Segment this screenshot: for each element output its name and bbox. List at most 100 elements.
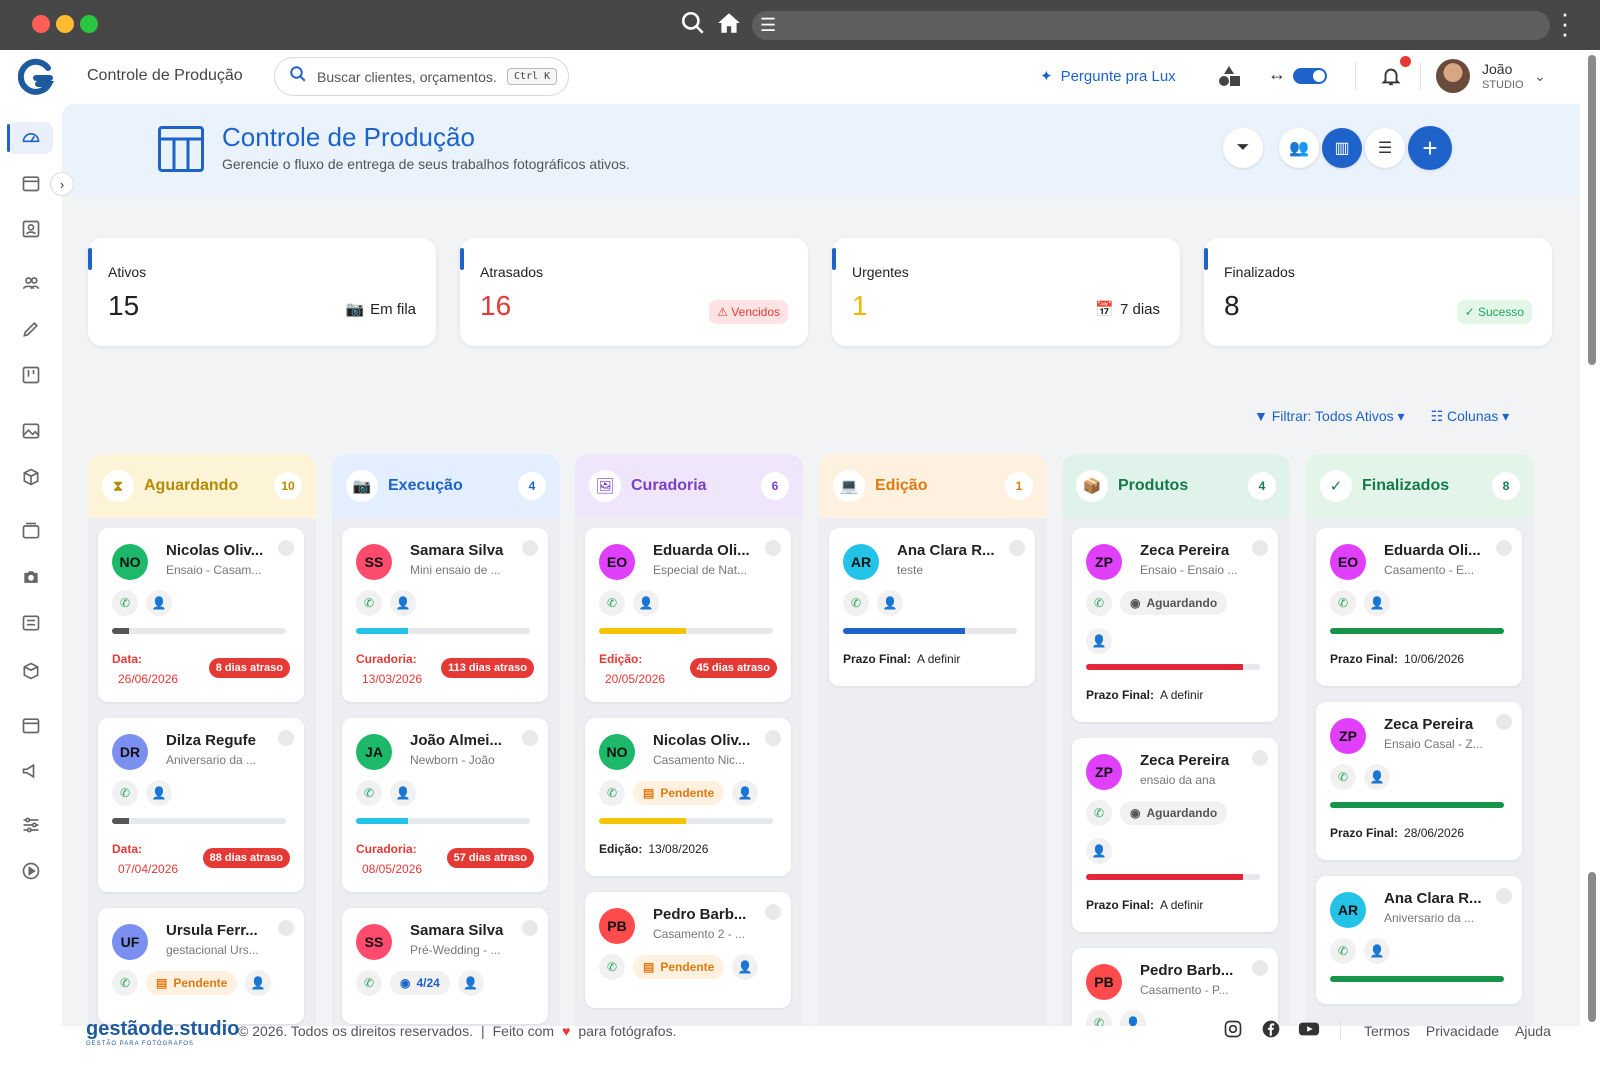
shapes-icon[interactable] bbox=[1218, 65, 1240, 87]
job-card[interactable]: NO Nicolas Oliv... Casamento Nic... ✆ ▤ Pe… bbox=[585, 718, 791, 876]
assign-user-icon[interactable]: 👤 bbox=[633, 590, 659, 616]
select-checkbox[interactable] bbox=[522, 730, 538, 746]
whatsapp-icon[interactable]: ✆ bbox=[356, 780, 382, 806]
whatsapp-icon[interactable]: ✆ bbox=[356, 970, 382, 996]
whatsapp-icon[interactable]: ✆ bbox=[599, 590, 625, 616]
assign-user-icon[interactable]: 👤 bbox=[1364, 764, 1390, 790]
whatsapp-icon[interactable]: ✆ bbox=[1086, 590, 1112, 616]
whatsapp-icon[interactable]: ✆ bbox=[112, 970, 138, 996]
calendar-icon[interactable] bbox=[20, 172, 42, 194]
job-card[interactable]: SS Samara Silva Pré-Wedding - ... ✆ ◉ 4/24… bbox=[342, 908, 548, 1024]
column-header[interactable]: 📷 Execução 4 bbox=[332, 454, 560, 518]
kanban-view-button[interactable]: ▥ bbox=[1322, 128, 1362, 168]
youtube-icon[interactable] bbox=[1298, 1018, 1320, 1040]
users-icon[interactable] bbox=[20, 272, 42, 294]
list-view-button[interactable]: ☰ bbox=[1365, 128, 1405, 168]
search-input[interactable]: Buscar clientes, orçamentos... bbox=[317, 69, 497, 85]
job-card[interactable]: AR Ana Clara R... Aniversario da ... ✆ 👤 bbox=[1316, 876, 1522, 1004]
whatsapp-icon[interactable]: ✆ bbox=[112, 780, 138, 806]
status-tag[interactable]: ◉ Aguardando bbox=[1120, 801, 1228, 825]
expand-width-icon[interactable]: ↔ bbox=[1268, 64, 1286, 85]
column-header[interactable]: 💻 Edição 1 bbox=[819, 454, 1047, 518]
scrollbar-thumb[interactable] bbox=[1588, 55, 1596, 365]
megaphone-icon[interactable] bbox=[20, 760, 42, 782]
whatsapp-icon[interactable]: ✆ bbox=[1330, 590, 1356, 616]
select-checkbox[interactable] bbox=[278, 730, 294, 746]
user-name[interactable]: João bbox=[1482, 61, 1512, 77]
status-tag[interactable]: ◉ Aguardando bbox=[1120, 591, 1228, 615]
columns-dropdown[interactable]: ☷ Colunas ▾ bbox=[1431, 408, 1510, 425]
select-checkbox[interactable] bbox=[1252, 540, 1268, 556]
pencil-icon[interactable] bbox=[20, 318, 42, 340]
whatsapp-icon[interactable]: ✆ bbox=[112, 590, 138, 616]
sidebar-expand-button[interactable]: › bbox=[50, 172, 74, 196]
assign-user-icon[interactable]: 👤 bbox=[1086, 628, 1112, 654]
column-header[interactable]: 📦 Produtos 4 bbox=[1062, 454, 1290, 518]
chevron-down-icon[interactable]: ⌄ bbox=[1534, 68, 1546, 85]
bell-icon[interactable] bbox=[1380, 64, 1402, 88]
select-checkbox[interactable] bbox=[765, 540, 781, 556]
home-icon[interactable] bbox=[716, 10, 742, 43]
facebook-icon[interactable] bbox=[1260, 1018, 1282, 1040]
list-card-icon[interactable] bbox=[20, 612, 42, 634]
app-logo-icon[interactable] bbox=[18, 58, 54, 98]
folder-icon[interactable] bbox=[20, 520, 42, 542]
select-checkbox[interactable] bbox=[522, 920, 538, 936]
package-icon[interactable] bbox=[20, 466, 42, 488]
job-card[interactable]: DR Dilza Regufe Aniversario da ... ✆ 👤 Dat… bbox=[98, 718, 304, 892]
help-link[interactable]: Ajuda bbox=[1515, 1023, 1551, 1039]
tune-icon[interactable]: ☰ bbox=[760, 15, 776, 36]
whatsapp-icon[interactable]: ✆ bbox=[1086, 800, 1112, 826]
more-options-icon[interactable]: · · · bbox=[1560, 0, 1570, 46]
select-checkbox[interactable] bbox=[1252, 960, 1268, 976]
scrollbar-thumb-lower[interactable] bbox=[1588, 872, 1596, 1022]
select-checkbox[interactable] bbox=[278, 540, 294, 556]
whatsapp-icon[interactable]: ✆ bbox=[356, 590, 382, 616]
assign-user-icon[interactable]: 👤 bbox=[1364, 938, 1390, 964]
whatsapp-icon[interactable]: ✆ bbox=[843, 590, 869, 616]
camera-icon[interactable] bbox=[20, 566, 42, 588]
layout-toggle[interactable] bbox=[1293, 68, 1327, 84]
add-button[interactable]: + bbox=[1408, 126, 1452, 170]
job-card[interactable]: EO Eduarda Oli... Especial de Nat... ✆ 👤 E… bbox=[585, 528, 791, 702]
select-checkbox[interactable] bbox=[1496, 540, 1512, 556]
job-card[interactable]: ZP Zeca Pereira Ensaio - Ensaio ... ✆ ◉ Ag… bbox=[1072, 528, 1278, 722]
progress-tag[interactable]: ◉ 4/24 bbox=[390, 971, 450, 995]
status-tag[interactable]: ▤ Pendente bbox=[633, 955, 725, 979]
job-card[interactable]: JA João Almei... Newborn - João ✆ 👤 Curado… bbox=[342, 718, 548, 892]
calendar-event-icon[interactable] bbox=[20, 714, 42, 736]
filter-button[interactable]: ⏷ bbox=[1223, 128, 1263, 168]
team-view-button[interactable]: 👥 bbox=[1279, 128, 1319, 168]
job-card[interactable]: NO Nicolas Oliv... Ensaio - Casam... ✆ 👤 D… bbox=[98, 528, 304, 702]
job-card[interactable]: SS Samara Silva Mini ensaio de ... ✆ 👤 Cur… bbox=[342, 528, 548, 702]
minimize-window-button[interactable] bbox=[56, 15, 74, 33]
assign-user-icon[interactable]: 👤 bbox=[1120, 1010, 1146, 1026]
whatsapp-icon[interactable]: ✆ bbox=[1330, 938, 1356, 964]
column-header[interactable]: 🖼 Curadoria 6 bbox=[575, 454, 803, 518]
assign-user-icon[interactable]: 👤 bbox=[1364, 590, 1390, 616]
whatsapp-icon[interactable]: ✆ bbox=[1086, 1010, 1112, 1026]
assign-user-icon[interactable]: 👤 bbox=[146, 590, 172, 616]
column-header[interactable]: ⧗ Aguardando 10 bbox=[88, 454, 316, 518]
job-card[interactable]: PB Pedro Barb... Casamento 2 - ... ✆ ▤ Pen… bbox=[585, 892, 791, 1008]
column-header[interactable]: ✓ Finalizados 8 bbox=[1306, 454, 1534, 518]
close-window-button[interactable] bbox=[32, 15, 50, 33]
assign-user-icon[interactable]: 👤 bbox=[732, 780, 759, 806]
image-icon[interactable] bbox=[20, 420, 42, 442]
job-card[interactable]: ZP Zeca Pereira ensaio da ana ✆ ◉ Aguardan… bbox=[1072, 738, 1278, 932]
filter-dropdown[interactable]: ▼ Filtrar: Todos Ativos ▾ bbox=[1254, 408, 1405, 425]
assign-user-icon[interactable]: 👤 bbox=[1086, 838, 1112, 864]
select-checkbox[interactable] bbox=[1252, 750, 1268, 766]
select-checkbox[interactable] bbox=[1496, 714, 1512, 730]
search-box[interactable]: Buscar clientes, orçamentos... Ctrl K bbox=[274, 57, 569, 96]
assign-user-icon[interactable]: 👤 bbox=[457, 970, 484, 996]
instagram-icon[interactable] bbox=[1222, 1018, 1244, 1040]
status-tag[interactable]: ▤ Pendente bbox=[633, 781, 725, 805]
select-checkbox[interactable] bbox=[278, 920, 294, 936]
assign-user-icon[interactable]: 👤 bbox=[390, 780, 416, 806]
search-icon[interactable] bbox=[680, 10, 706, 43]
select-checkbox[interactable] bbox=[1009, 540, 1025, 556]
whatsapp-icon[interactable]: ✆ bbox=[599, 780, 625, 806]
assign-user-icon[interactable]: 👤 bbox=[146, 780, 172, 806]
whatsapp-icon[interactable]: ✆ bbox=[599, 954, 625, 980]
